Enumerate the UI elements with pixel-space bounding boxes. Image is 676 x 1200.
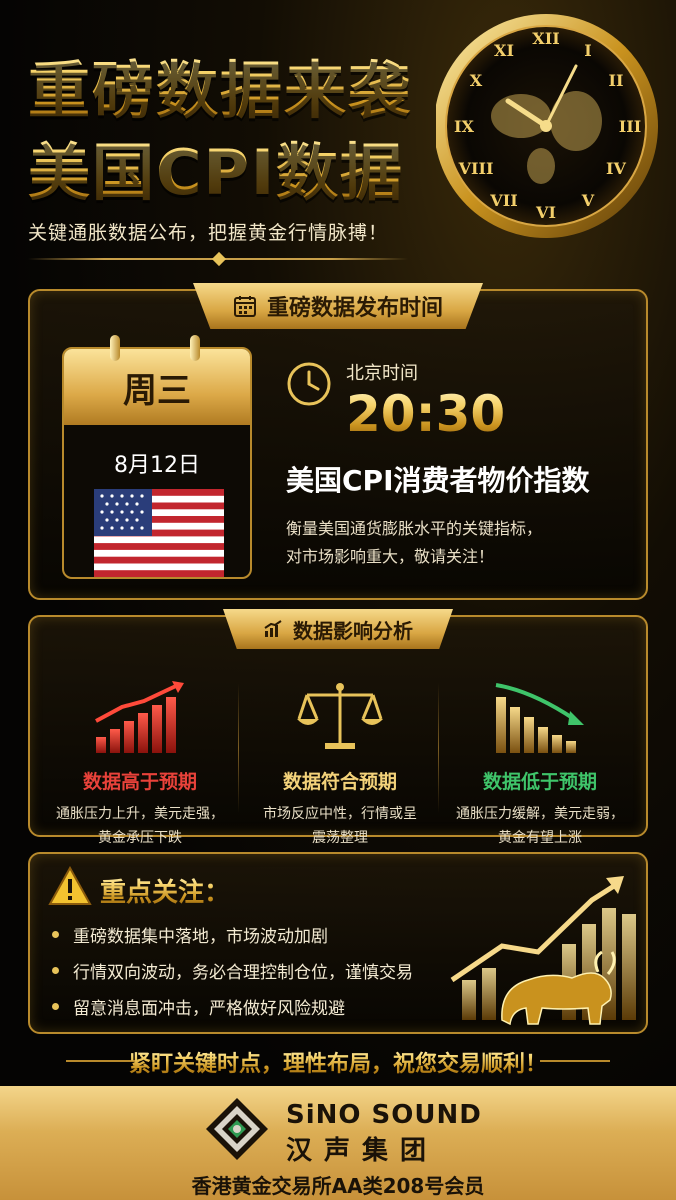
list-item: 行情双向波动，务必合理控制仓位，谨慎交易: [52, 952, 413, 988]
poster: 重磅数据来袭 美国CPI数据 关键通胀数据公布，把握黄金行情脉搏！ XII I …: [0, 0, 676, 1200]
weekday: 周三: [64, 349, 250, 425]
brand-name-cn: 汉声集团: [286, 1136, 439, 1166]
description-line2: 对市场影响重大，敬请关注！: [286, 547, 495, 566]
rising-bars-icon: [95, 681, 184, 753]
svg-text:VII: VII: [489, 191, 517, 210]
time-label: 北京时间: [346, 363, 418, 384]
scenario-below: 数据低于预期 通胀压力缓解，美元走弱， 黄金有望上涨: [440, 677, 640, 850]
falling-bars-icon: [495, 683, 584, 753]
focus-item-text: 行情双向波动，务必合理控制仓位，谨慎交易: [73, 962, 413, 983]
scenario-match: 数据符合预期 市场反应中性，行情或呈 震荡整理: [240, 677, 440, 850]
release-panel: 重磅数据发布时间 周三 8月12日 北京时间 20:30 美国CPI消费者物价指…: [28, 283, 648, 600]
scenario-above-line1: 通胀压力上升，美元走强，: [56, 806, 224, 822]
release-time: 20:30: [346, 385, 506, 443]
indicator-description: 衡量美国通货膨胀水平的关键指标， 对市场影响重大，敬请关注！: [286, 515, 626, 571]
scenario-above-line2: 黄金承压下跌: [98, 830, 182, 846]
clock-illustration: XII I II III IV V VI VII VIII IX X XI: [436, 14, 658, 238]
call-to-action: 紧盯关键时点，理性布局，祝您交易顺利！: [0, 1046, 676, 1078]
column-divider: [238, 683, 239, 813]
subtitle: 关键通胀数据公布，把握黄金行情脉搏！: [28, 222, 389, 244]
scenario-below-desc: 通胀压力缓解，美元走弱， 黄金有望上涨: [440, 802, 640, 850]
list-item: 留意消息面冲击，严格做好风险规避: [52, 988, 413, 1024]
scenario-match-desc: 市场反应中性，行情或呈 震荡整理: [240, 802, 440, 850]
analysis-section-tab: 数据影响分析: [223, 609, 453, 649]
svg-text:VIII: VIII: [458, 159, 494, 178]
scenario-match-title: 数据符合预期: [282, 771, 397, 793]
sino-sound-logo: [206, 1098, 268, 1160]
membership-text: 香港黄金交易所AA类208号会员: [191, 1174, 485, 1198]
indicator-name: 美国CPI消费者物价指数: [286, 464, 590, 497]
bar-chart-icon: [264, 620, 282, 637]
scenario-match-line2: 震荡整理: [312, 830, 368, 846]
calendar-ring-left: [110, 335, 120, 361]
scenario-below-line1: 通胀压力缓解，美元走弱，: [456, 806, 624, 822]
golden-bull-illustration: [450, 876, 636, 1026]
scenario-below-line2: 黄金有望上涨: [498, 830, 582, 846]
scenario-above-desc: 通胀压力上升，美元走强， 黄金承压下跌: [40, 802, 240, 850]
footer-bar: SiNO SOUND 汉声集团 香港黄金交易所AA类208号会员: [0, 1086, 676, 1200]
us-flag-icon: [94, 489, 224, 577]
calendar-ring-right: [190, 335, 200, 361]
description-line1: 衡量美国通货膨胀水平的关键指标，: [286, 519, 543, 538]
analysis-panel: 数据影响分析 数据高于预期 通胀压力上升，美元走强， 黄金承压下跌 数据符合预期…: [28, 609, 648, 846]
analysis-section-title: 数据影响分析: [293, 618, 413, 643]
focus-title: 重点关注：: [100, 872, 230, 909]
focus-panel: 重点关注： 重磅数据集中落地，市场波动加剧 行情双向波动，务必合理控制仓位，谨慎…: [28, 852, 648, 1034]
svg-text:X: X: [470, 71, 483, 90]
scenario-below-title: 数据低于预期: [482, 771, 597, 793]
scenario-above: 数据高于预期 通胀压力上升，美元走强， 黄金承压下跌: [40, 677, 240, 850]
column-divider: [438, 683, 439, 813]
svg-text:XI: XI: [494, 41, 514, 60]
scenario-match-line1: 市场反应中性，行情或呈: [263, 806, 417, 822]
headline-line2: 美国CPI数据: [28, 122, 404, 212]
cta-line-right: [540, 1060, 610, 1062]
svg-text:II: II: [609, 71, 624, 90]
release-section-tab: 重磅数据发布时间: [192, 283, 484, 329]
balance-scale-icon: [297, 683, 383, 749]
focus-item-text: 重磅数据集中落地，市场波动加剧: [73, 926, 328, 947]
svg-text:IX: IX: [454, 117, 474, 136]
clock-icon: [287, 362, 331, 406]
focus-item-text: 留意消息面冲击，严格做好风险规避: [73, 998, 345, 1019]
release-section-title: 重磅数据发布时间: [266, 296, 444, 321]
svg-text:V: V: [581, 191, 595, 210]
svg-text:I: I: [584, 41, 591, 60]
calendar-icon: [233, 296, 256, 317]
headline-line1: 重磅数据来袭: [28, 40, 412, 130]
release-date: 8月12日: [114, 453, 200, 478]
svg-text:VI: VI: [535, 203, 556, 222]
focus-list: 重磅数据集中落地，市场波动加剧 行情双向波动，务必合理控制仓位，谨慎交易 留意消…: [52, 916, 413, 1024]
brand-name-en: SiNO SOUND: [286, 1100, 482, 1130]
calendar-card: 周三 8月12日: [62, 347, 252, 579]
svg-text:III: III: [619, 117, 641, 136]
warning-icon: [48, 866, 92, 905]
svg-text:IV: IV: [606, 159, 626, 178]
list-item: 重磅数据集中落地，市场波动加剧: [52, 916, 413, 952]
header-divider: [28, 251, 408, 267]
scenario-above-title: 数据高于预期: [82, 771, 197, 793]
svg-text:XII: XII: [532, 29, 559, 48]
